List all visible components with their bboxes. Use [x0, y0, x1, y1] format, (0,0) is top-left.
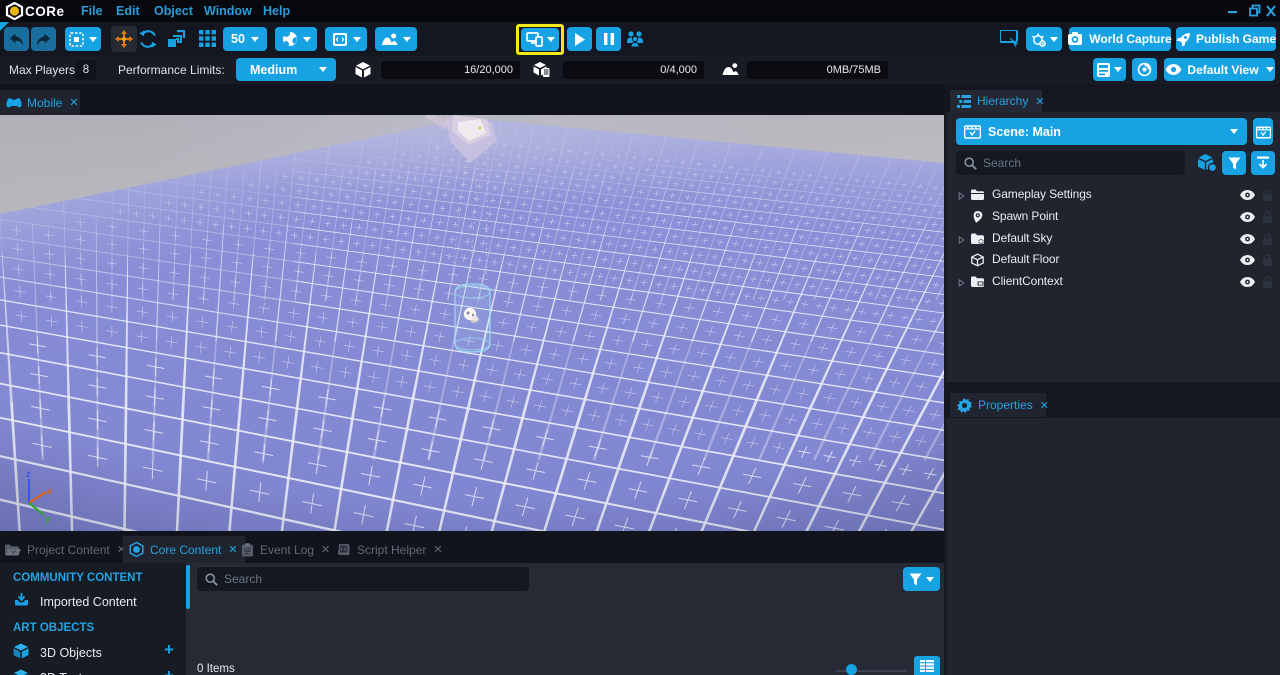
svg-text:CORe: CORe [25, 4, 65, 19]
svg-text:z: z [26, 469, 31, 479]
svg-text:y: y [45, 514, 50, 524]
svg-text:x: x [47, 486, 52, 496]
